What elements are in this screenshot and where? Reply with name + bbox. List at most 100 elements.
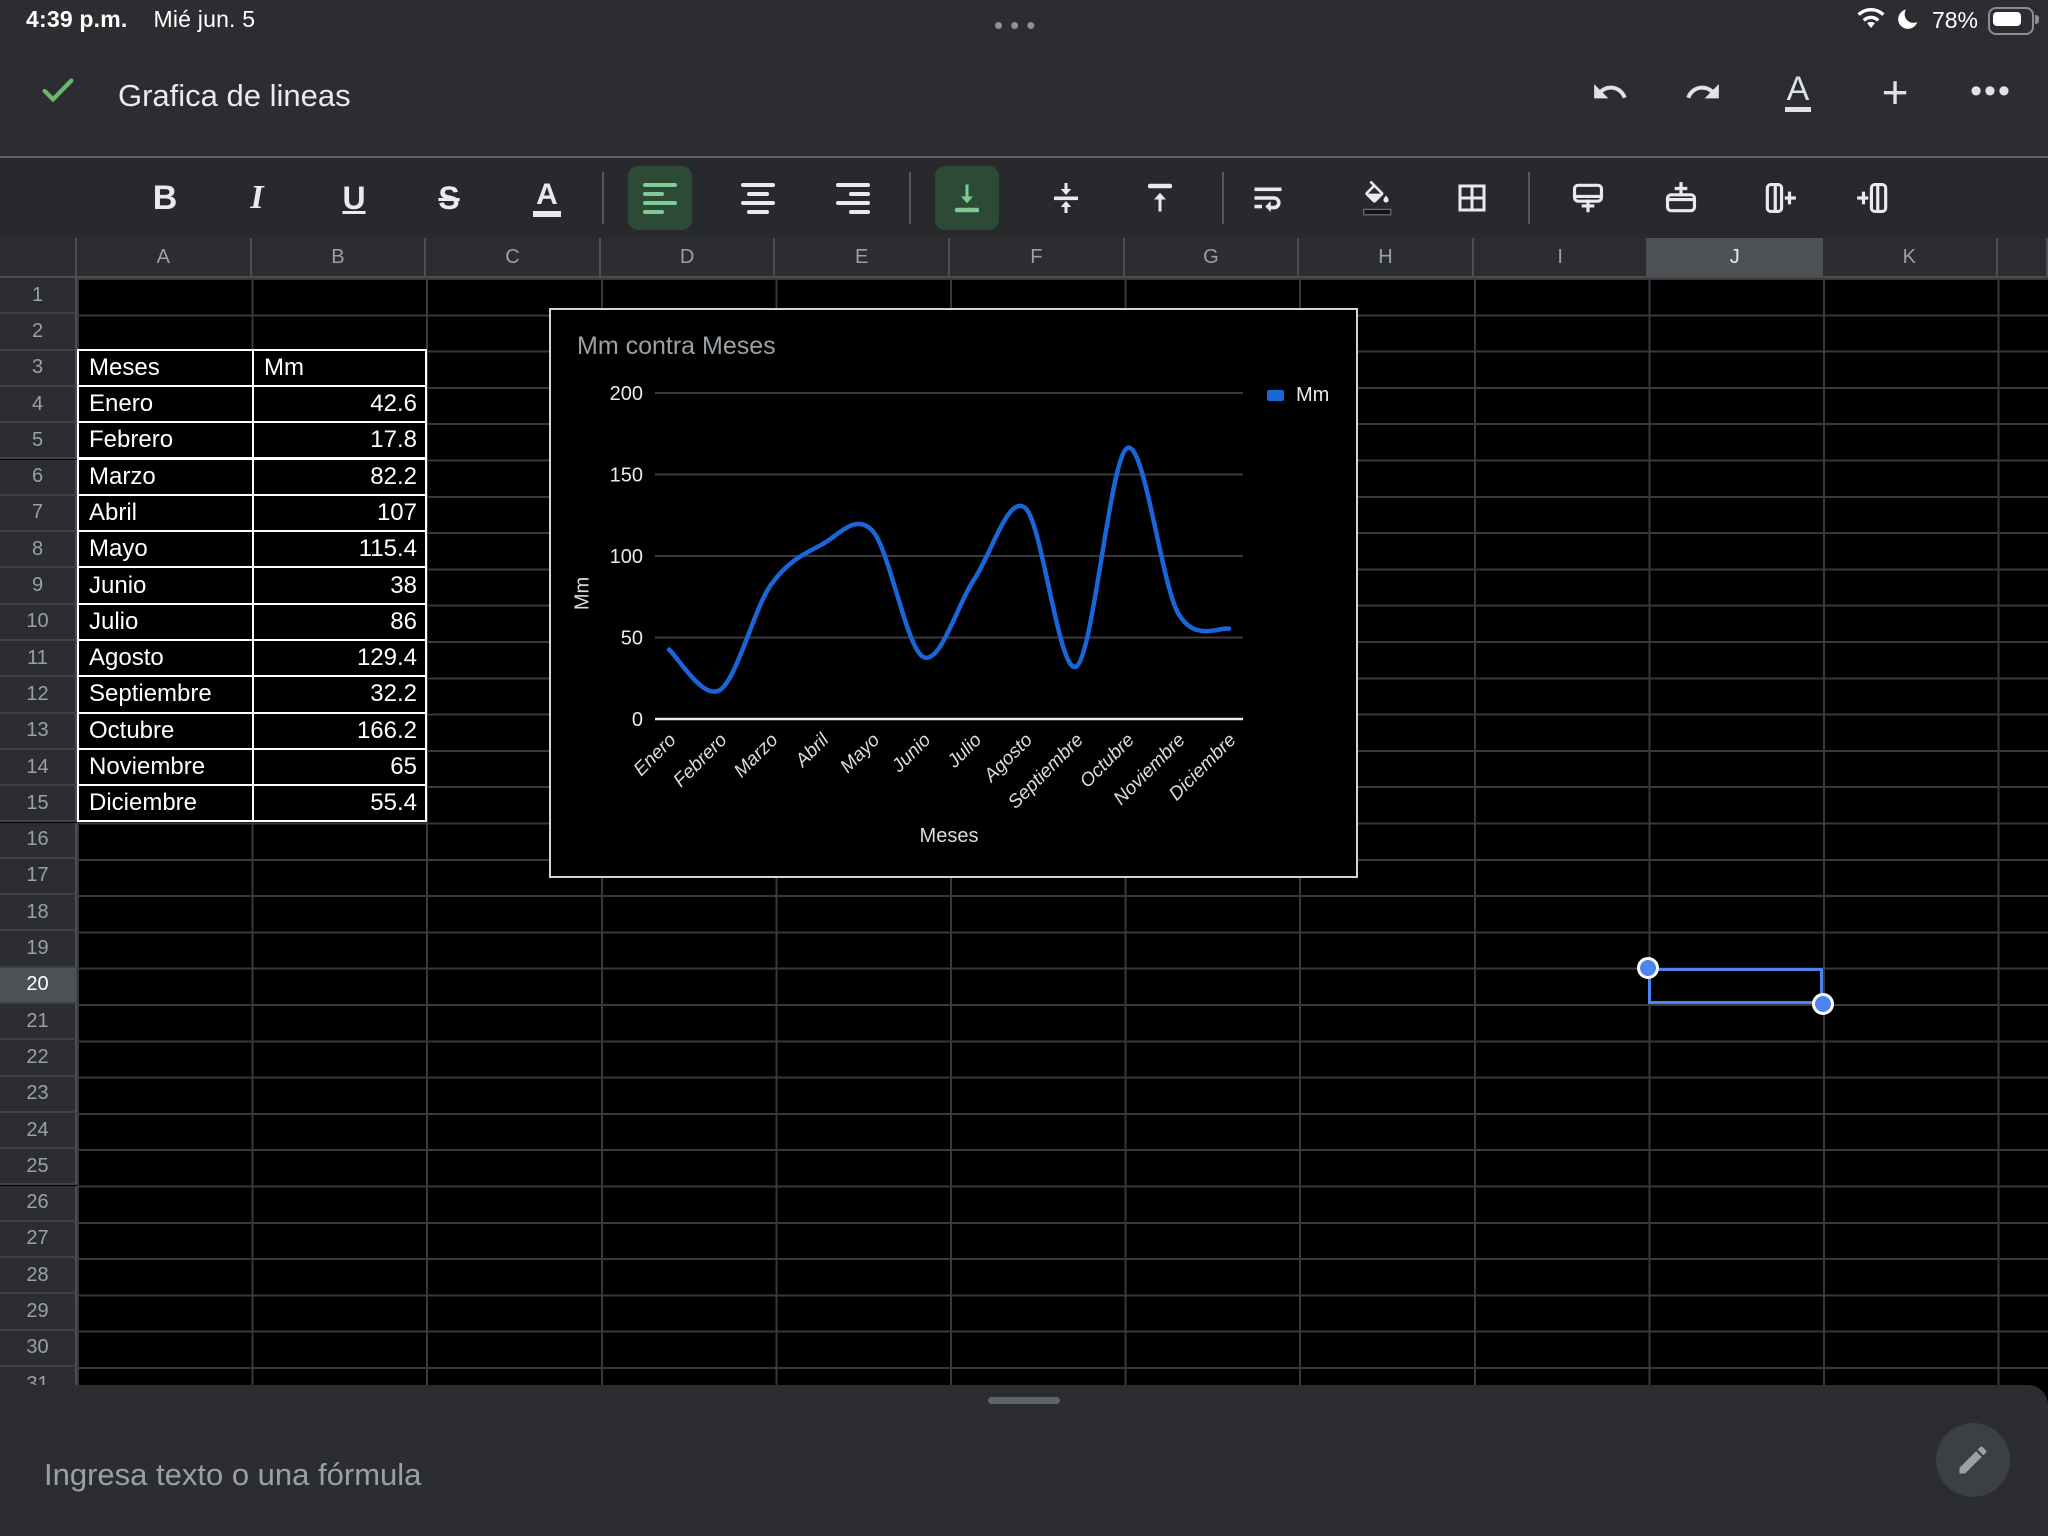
column-header-C[interactable]: C (426, 238, 601, 278)
table-row[interactable]: Julio86 (77, 603, 427, 641)
row-header-25[interactable]: 25 (0, 1149, 77, 1185)
valign-bottom-button[interactable] (935, 166, 999, 230)
cell-selection-box[interactable] (1648, 968, 1823, 1004)
row-header-1[interactable]: 1 (0, 278, 77, 314)
column-header-A[interactable]: A (77, 238, 252, 278)
bold-button[interactable]: B (133, 166, 197, 230)
edit-pencil-button[interactable] (1936, 1423, 2010, 1497)
column-header-E[interactable]: E (775, 238, 950, 278)
cell-A4[interactable]: Enero (77, 385, 254, 423)
table-row[interactable]: Septiembre32.2 (77, 675, 427, 713)
row-header-16[interactable]: 16 (0, 823, 77, 859)
cell-A15[interactable]: Diciembre (77, 784, 254, 822)
row-header-11[interactable]: 11 (0, 641, 77, 677)
text-wrap-button[interactable] (1236, 166, 1300, 230)
row-header-17[interactable]: 17 (0, 859, 77, 895)
more-options-button[interactable]: ••• (1961, 62, 2021, 122)
row-header-14[interactable]: 14 (0, 750, 77, 786)
valign-top-button[interactable] (1128, 166, 1192, 230)
table-row[interactable]: Abril107 (77, 494, 427, 532)
document-title[interactable]: Grafica de lineas (118, 78, 351, 114)
row-header-15[interactable]: 15 (0, 786, 77, 822)
cell-A10[interactable]: Julio (77, 603, 254, 641)
row-header-24[interactable]: 24 (0, 1113, 77, 1149)
align-center-button[interactable] (726, 166, 790, 230)
cell-B11[interactable]: 129.4 (252, 639, 427, 677)
row-header-2[interactable]: 2 (0, 314, 77, 350)
table-row[interactable]: Octubre166.2 (77, 712, 427, 750)
table-row[interactable]: Febrero17.8 (77, 421, 427, 459)
underline-button[interactable]: U (322, 166, 386, 230)
column-header-J[interactable]: J (1648, 238, 1823, 278)
cell-B10[interactable]: 86 (252, 603, 427, 641)
cell-A8[interactable]: Mayo (77, 530, 254, 568)
table-row[interactable]: Marzo82.2 (77, 458, 427, 496)
cell-A5[interactable]: Febrero (77, 421, 254, 459)
row-header-7[interactable]: 7 (0, 496, 77, 532)
insert-row-below-button[interactable] (1556, 166, 1620, 230)
table-row[interactable]: Enero42.6 (77, 385, 427, 423)
insert-column-right-button[interactable] (1748, 166, 1812, 230)
insert-column-left-button[interactable] (1841, 166, 1905, 230)
cell-B14[interactable]: 65 (252, 748, 427, 786)
table-row[interactable]: Junio38 (77, 566, 427, 604)
cell-A7[interactable]: Abril (77, 494, 254, 532)
sheet-drag-handle[interactable] (988, 1397, 1060, 1404)
cell-A9[interactable]: Junio (77, 566, 254, 604)
select-all-corner[interactable] (0, 238, 77, 278)
row-header-6[interactable]: 6 (0, 460, 77, 496)
cell-A14[interactable]: Noviembre (77, 748, 254, 786)
row-header-30[interactable]: 30 (0, 1331, 77, 1367)
text-color-button[interactable]: A (515, 166, 579, 230)
row-header-9[interactable]: 9 (0, 568, 77, 604)
row-header-8[interactable]: 8 (0, 532, 77, 568)
row-header-3[interactable]: 3 (0, 351, 77, 387)
row-header-23[interactable]: 23 (0, 1077, 77, 1113)
table-row[interactable]: Diciembre55.4 (77, 784, 427, 822)
italic-button[interactable]: I (225, 166, 289, 230)
row-header-10[interactable]: 10 (0, 605, 77, 641)
cell-A3[interactable]: Meses (77, 349, 254, 387)
cell-B9[interactable]: 38 (252, 566, 427, 604)
cell-B13[interactable]: 166.2 (252, 712, 427, 750)
column-header-D[interactable]: D (601, 238, 776, 278)
row-header-13[interactable]: 13 (0, 714, 77, 750)
embedded-line-chart[interactable]: Mm contra Meses Mm Mm Meses 200150100500… (549, 308, 1358, 878)
table-row[interactable]: Mayo115.4 (77, 530, 427, 568)
cell-B5[interactable]: 17.8 (252, 421, 427, 459)
cell-B6[interactable]: 82.2 (252, 458, 427, 496)
column-header-B[interactable]: B (252, 238, 427, 278)
row-header-4[interactable]: 4 (0, 387, 77, 423)
column-header-F[interactable]: F (950, 238, 1125, 278)
row-header-19[interactable]: 19 (0, 931, 77, 967)
borders-button[interactable] (1440, 166, 1504, 230)
cell-A11[interactable]: Agosto (77, 639, 254, 677)
row-header-27[interactable]: 27 (0, 1222, 77, 1258)
cell-A13[interactable]: Octubre (77, 712, 254, 750)
column-header-partial[interactable] (1998, 238, 2048, 278)
selection-handle-top-left[interactable] (1637, 957, 1659, 979)
undo-button[interactable] (1580, 62, 1640, 122)
cell-A6[interactable]: Marzo (77, 458, 254, 496)
selection-handle-bottom-right[interactable] (1812, 993, 1834, 1015)
row-header-26[interactable]: 26 (0, 1186, 77, 1222)
column-header-G[interactable]: G (1125, 238, 1300, 278)
column-header-I[interactable]: I (1474, 238, 1649, 278)
insert-row-above-button[interactable] (1649, 166, 1713, 230)
table-row[interactable]: MesesMm (77, 349, 427, 387)
row-header-22[interactable]: 22 (0, 1040, 77, 1076)
cell-B4[interactable]: 42.6 (252, 385, 427, 423)
row-header-29[interactable]: 29 (0, 1294, 77, 1330)
row-header-18[interactable]: 18 (0, 895, 77, 931)
strikethrough-button[interactable]: S (417, 166, 481, 230)
column-header-H[interactable]: H (1299, 238, 1474, 278)
insert-plus-button[interactable]: + (1865, 62, 1925, 122)
formula-input[interactable]: Ingresa texto o una fórmula (44, 1457, 421, 1493)
done-check-icon[interactable] (36, 70, 80, 115)
align-right-button[interactable] (821, 166, 885, 230)
cell-B3[interactable]: Mm (252, 349, 427, 387)
cell-B8[interactable]: 115.4 (252, 530, 427, 568)
align-left-button[interactable] (628, 166, 692, 230)
column-header-K[interactable]: K (1823, 238, 1998, 278)
row-header-28[interactable]: 28 (0, 1258, 77, 1294)
